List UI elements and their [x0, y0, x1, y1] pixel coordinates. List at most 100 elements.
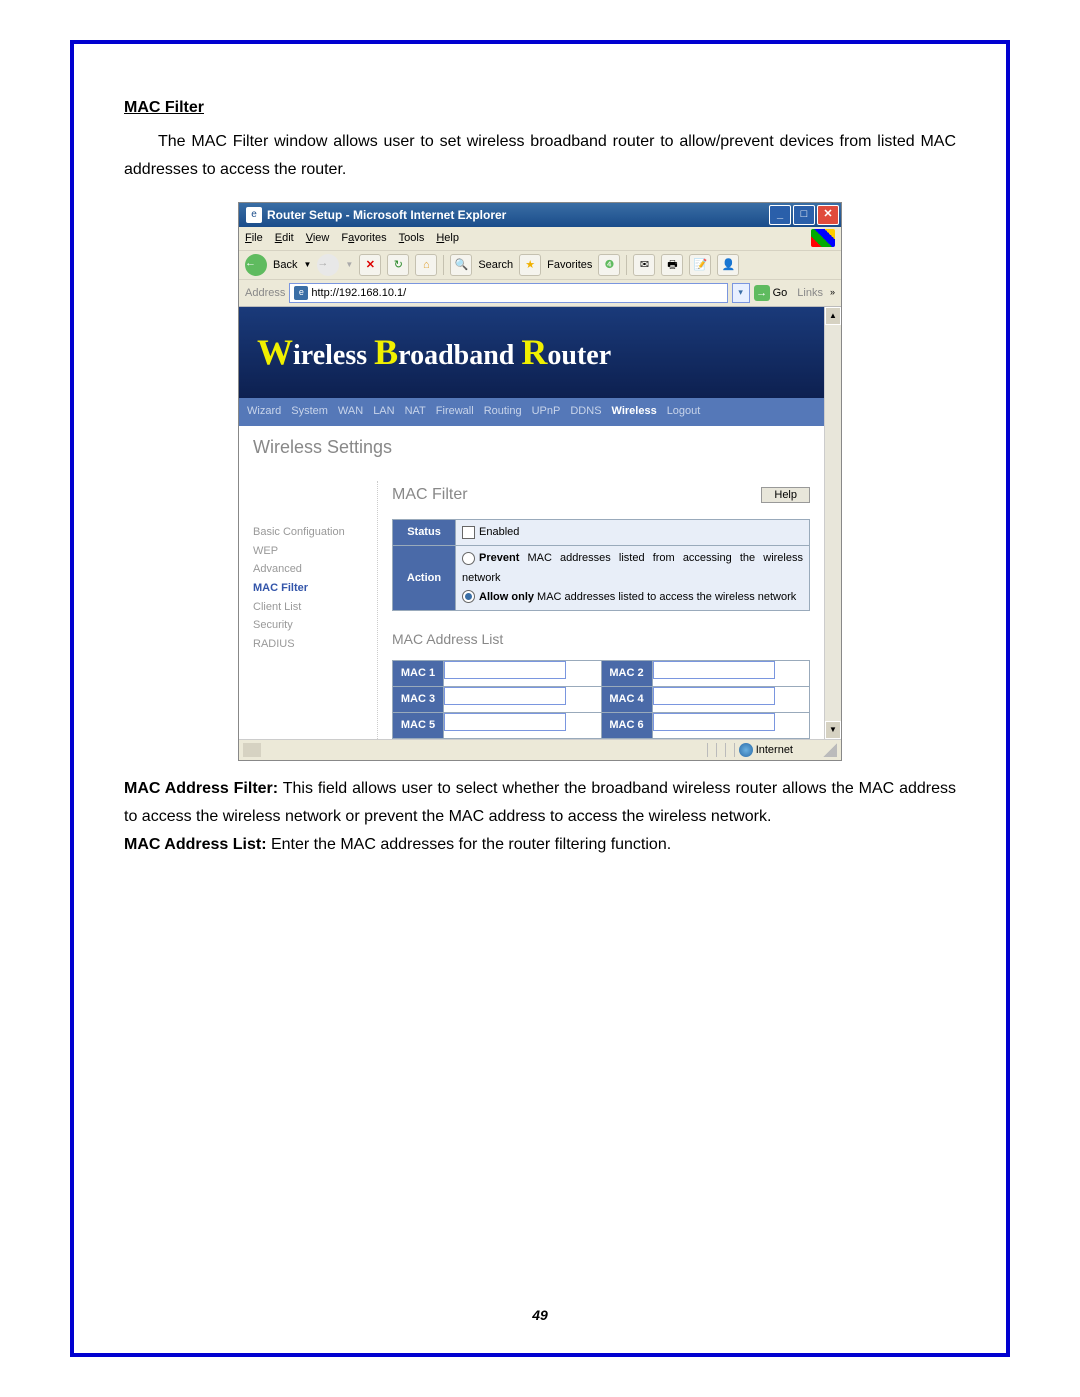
page-icon: e [294, 286, 308, 300]
mac-table: MAC 1 MAC 2 MAC 3 MAC 4 MAC 5 MAC 6 [392, 660, 810, 740]
favorites-label[interactable]: Favorites [547, 256, 592, 275]
search-label[interactable]: Search [478, 256, 513, 275]
address-label: Address [245, 284, 285, 303]
nav-upnp[interactable]: UPnP [532, 402, 561, 421]
enabled-label: Enabled [479, 526, 519, 538]
nav-nat[interactable]: NAT [405, 402, 426, 421]
prevent-bold: Prevent [479, 552, 519, 564]
maclist-title: MAC Address List [392, 627, 810, 652]
browser-window: e Router Setup - Microsoft Internet Expl… [238, 202, 842, 761]
list-paragraph: MAC Address List: Enter the MAC addresse… [124, 831, 956, 859]
router-banner: Wireless Broadband Router [239, 307, 824, 398]
side-advanced[interactable]: Advanced [253, 560, 377, 579]
menu-edit[interactable]: Edit [275, 229, 294, 248]
menu-help[interactable]: Help [436, 229, 459, 248]
menu-favorites[interactable]: Favorites [341, 229, 386, 248]
ie-icon: e [246, 207, 262, 223]
side-nav: Basic Configuation WEP Advanced MAC Filt… [253, 481, 378, 739]
refresh-button[interactable]: ↻ [387, 254, 409, 276]
intro-paragraph: The MAC Filter window allows user to set… [124, 128, 956, 184]
menu-view[interactable]: View [306, 229, 330, 248]
status-icon [243, 743, 261, 757]
links-label[interactable]: Links [797, 284, 823, 303]
side-clientlist[interactable]: Client List [253, 598, 377, 617]
side-radius[interactable]: RADIUS [253, 635, 377, 654]
side-macfilter[interactable]: MAC Filter [253, 579, 377, 598]
links-chevron-icon[interactable]: » [830, 285, 835, 301]
url-text: http://192.168.10.1/ [311, 284, 406, 303]
nav-ddns[interactable]: DDNS [570, 402, 601, 421]
mac3-input[interactable] [444, 687, 566, 705]
config-table: Status Enabled Action Prevent MAC addres… [392, 519, 810, 611]
favorites-icon: ★ [519, 254, 541, 276]
menu-file[interactable]: File [245, 229, 263, 248]
address-bar: Address e http://192.168.10.1/ ▾ → Go Li… [239, 280, 841, 307]
menu-tools[interactable]: Tools [399, 229, 425, 248]
mac2-input[interactable] [653, 661, 775, 679]
forward-button[interactable]: → [317, 254, 339, 276]
mac1-label: MAC 1 [393, 660, 444, 686]
address-dropdown[interactable]: ▾ [732, 283, 750, 303]
mac2-label: MAC 2 [601, 660, 652, 686]
print-button[interactable]: 🖶 [661, 254, 683, 276]
minimize-button[interactable]: _ [769, 205, 791, 225]
mac4-input[interactable] [653, 687, 775, 705]
go-label: Go [773, 284, 788, 303]
page-number: 49 [74, 1307, 1006, 1323]
nav-logout[interactable]: Logout [667, 402, 701, 421]
section-heading: MAC Filter [124, 94, 956, 122]
side-basic[interactable]: Basic Configuation [253, 523, 377, 542]
stop-button[interactable]: ✕ [359, 254, 381, 276]
nav-wizard[interactable]: Wizard [247, 402, 281, 421]
titlebar: e Router Setup - Microsoft Internet Expl… [239, 203, 841, 227]
filter-paragraph: MAC Address Filter: This field allows us… [124, 775, 956, 831]
address-input[interactable]: e http://192.168.10.1/ [289, 283, 727, 303]
back-label: Back [273, 256, 297, 275]
back-button[interactable]: ← [245, 254, 267, 276]
router-nav: Wizard System WAN LAN NAT Firewall Routi… [239, 398, 824, 425]
home-button[interactable]: ⌂ [415, 254, 437, 276]
mac5-input[interactable] [444, 713, 566, 731]
help-button[interactable]: Help [761, 487, 810, 503]
mac6-label: MAC 6 [601, 713, 652, 739]
allow-text: MAC addresses listed to access the wirel… [534, 591, 796, 603]
globe-icon [739, 743, 753, 757]
page-border: MAC Filter The MAC Filter window allows … [70, 40, 1010, 1357]
status-label: Status [393, 520, 456, 546]
filter-bold: MAC Address Filter: [124, 780, 278, 797]
list-bold: MAC Address List: [124, 836, 267, 853]
mac4-label: MAC 4 [601, 686, 652, 712]
side-wep[interactable]: WEP [253, 542, 377, 561]
mac1-input[interactable] [444, 661, 566, 679]
allow-radio[interactable] [462, 590, 475, 603]
go-button[interactable]: → Go [754, 284, 788, 303]
messenger-button[interactable]: 👤 [717, 254, 739, 276]
scrollbar[interactable]: ▲ ▼ [825, 307, 841, 739]
mail-button[interactable]: ✉ [633, 254, 655, 276]
go-icon: → [754, 285, 770, 301]
nav-firewall[interactable]: Firewall [436, 402, 474, 421]
scroll-up-button[interactable]: ▲ [825, 307, 841, 325]
maximize-button[interactable]: □ [793, 205, 815, 225]
edit-button[interactable]: 📝 [689, 254, 711, 276]
prevent-radio[interactable] [462, 552, 475, 565]
mac3-label: MAC 3 [393, 686, 444, 712]
statusbar: Internet [239, 739, 841, 760]
nav-wan[interactable]: WAN [338, 402, 363, 421]
resize-grip[interactable] [823, 743, 837, 757]
side-security[interactable]: Security [253, 616, 377, 635]
mac5-label: MAC 5 [393, 713, 444, 739]
toolbar: ← Back ▼ → ▼ ✕ ↻ ⌂ 🔍 Search ★ Favorites … [239, 251, 841, 280]
scroll-down-button[interactable]: ▼ [825, 721, 841, 739]
nav-routing[interactable]: Routing [484, 402, 522, 421]
search-icon: 🔍 [450, 254, 472, 276]
mac6-input[interactable] [653, 713, 775, 731]
enabled-checkbox[interactable] [462, 526, 475, 539]
allow-bold: Allow only [479, 591, 534, 603]
history-button[interactable]: ❹ [598, 254, 620, 276]
nav-lan[interactable]: LAN [373, 402, 394, 421]
close-button[interactable]: ✕ [817, 205, 839, 225]
panel-title: MAC Filter [392, 481, 468, 509]
nav-system[interactable]: System [291, 402, 328, 421]
nav-wireless[interactable]: Wireless [612, 402, 657, 421]
